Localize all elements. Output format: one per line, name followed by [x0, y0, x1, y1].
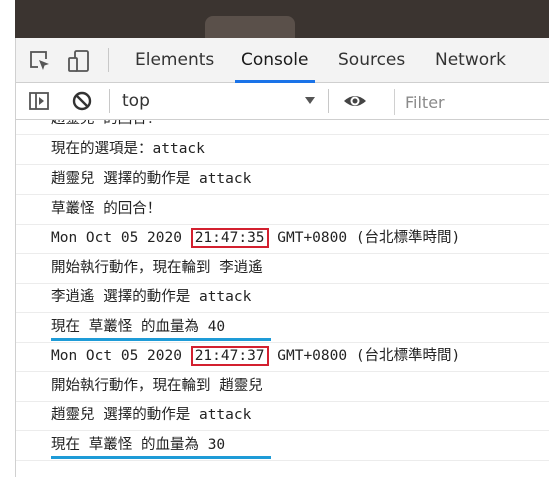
message-text: 李逍遙 選擇的動作是 attack [51, 289, 252, 305]
toolbar-divider [328, 89, 329, 113]
message-text: 趙靈兒 選擇的動作是 attack [51, 407, 252, 423]
device-toggle-icon[interactable] [68, 50, 90, 72]
sidebar-toggle-icon[interactable] [28, 90, 50, 112]
console-message: 開始執行動作，現在輪到 李逍遙 [16, 254, 549, 284]
message-text: 開始執行動作，現在輪到 趙靈兒 [51, 378, 263, 394]
console-message-underlined: 現在 草叢怪 的血量為 30 [16, 431, 549, 461]
console-message: 草叢怪 的回合！ [16, 195, 549, 225]
timezone-text: GMT+0800 (台北標準時間) [268, 230, 461, 246]
console-message-underlined: 現在 草叢怪 的血量為 40 [16, 313, 549, 343]
highlighted-time: 21:47:35 [190, 228, 269, 248]
tab-console[interactable]: Console [235, 38, 315, 83]
console-message: 趙靈兒 的回合！ [16, 120, 549, 135]
tab-elements[interactable]: Elements [135, 38, 214, 82]
blue-underline [51, 338, 271, 341]
blue-underline [51, 456, 271, 459]
filter-input[interactable] [394, 89, 549, 115]
console-message: 現在的選項是：attack [16, 135, 549, 165]
message-text: Mon Oct 05 2020 21:47:35 GMT+0800 (台北標準時… [51, 224, 460, 253]
console-message: 趙靈兒 選擇的動作是 attack [16, 165, 549, 195]
chevron-down-icon[interactable] [305, 97, 315, 104]
tab-sources[interactable]: Sources [338, 38, 405, 82]
timezone-text: GMT+0800 (台北標準時間) [268, 348, 461, 364]
browser-top-strip [15, 0, 549, 38]
inspect-element-icon[interactable] [29, 50, 51, 72]
devtools-tabbar: Elements Console Sources Network [16, 38, 549, 83]
date-text: Mon Oct 05 2020 [51, 348, 191, 364]
console-output: 趙靈兒 的回合！ 現在的選項是：attack 趙靈兒 選擇的動作是 attack… [16, 120, 549, 477]
console-message: 李逍遙 選擇的動作是 attack [16, 283, 549, 313]
console-message-timestamp: Mon Oct 05 2020 21:47:37 GMT+0800 (台北標準時… [16, 342, 549, 372]
message-text: 趙靈兒 的回合！ [51, 120, 161, 134]
context-selector[interactable]: top [122, 83, 150, 119]
page-content-fragment [205, 16, 295, 38]
highlighted-time: 21:47:37 [190, 346, 269, 366]
console-toolbar: top [16, 83, 549, 120]
message-text: 草叢怪 的回合！ [51, 201, 162, 217]
toolbar-divider [108, 48, 109, 72]
message-text: 現在的選項是：attack [51, 141, 205, 157]
toolbar-divider [109, 89, 110, 113]
message-text: 趙靈兒 選擇的動作是 attack [51, 171, 252, 187]
tab-network[interactable]: Network [435, 38, 506, 82]
message-text: Mon Oct 05 2020 21:47:37 GMT+0800 (台北標準時… [51, 342, 460, 371]
console-message: 開始執行動作，現在輪到 趙靈兒 [16, 372, 549, 402]
devtools-panel: Elements Console Sources Network top Fil… [15, 38, 549, 477]
clear-console-icon[interactable] [71, 90, 93, 112]
eye-icon[interactable] [343, 90, 366, 112]
console-message: 趙靈兒 選擇的動作是 attack [16, 401, 549, 431]
date-text: Mon Oct 05 2020 [51, 230, 191, 246]
tab-console-label: Console [241, 50, 309, 70]
message-text: 開始執行動作，現在輪到 李逍遙 [51, 260, 263, 276]
console-message-timestamp: Mon Oct 05 2020 21:47:35 GMT+0800 (台北標準時… [16, 224, 549, 254]
